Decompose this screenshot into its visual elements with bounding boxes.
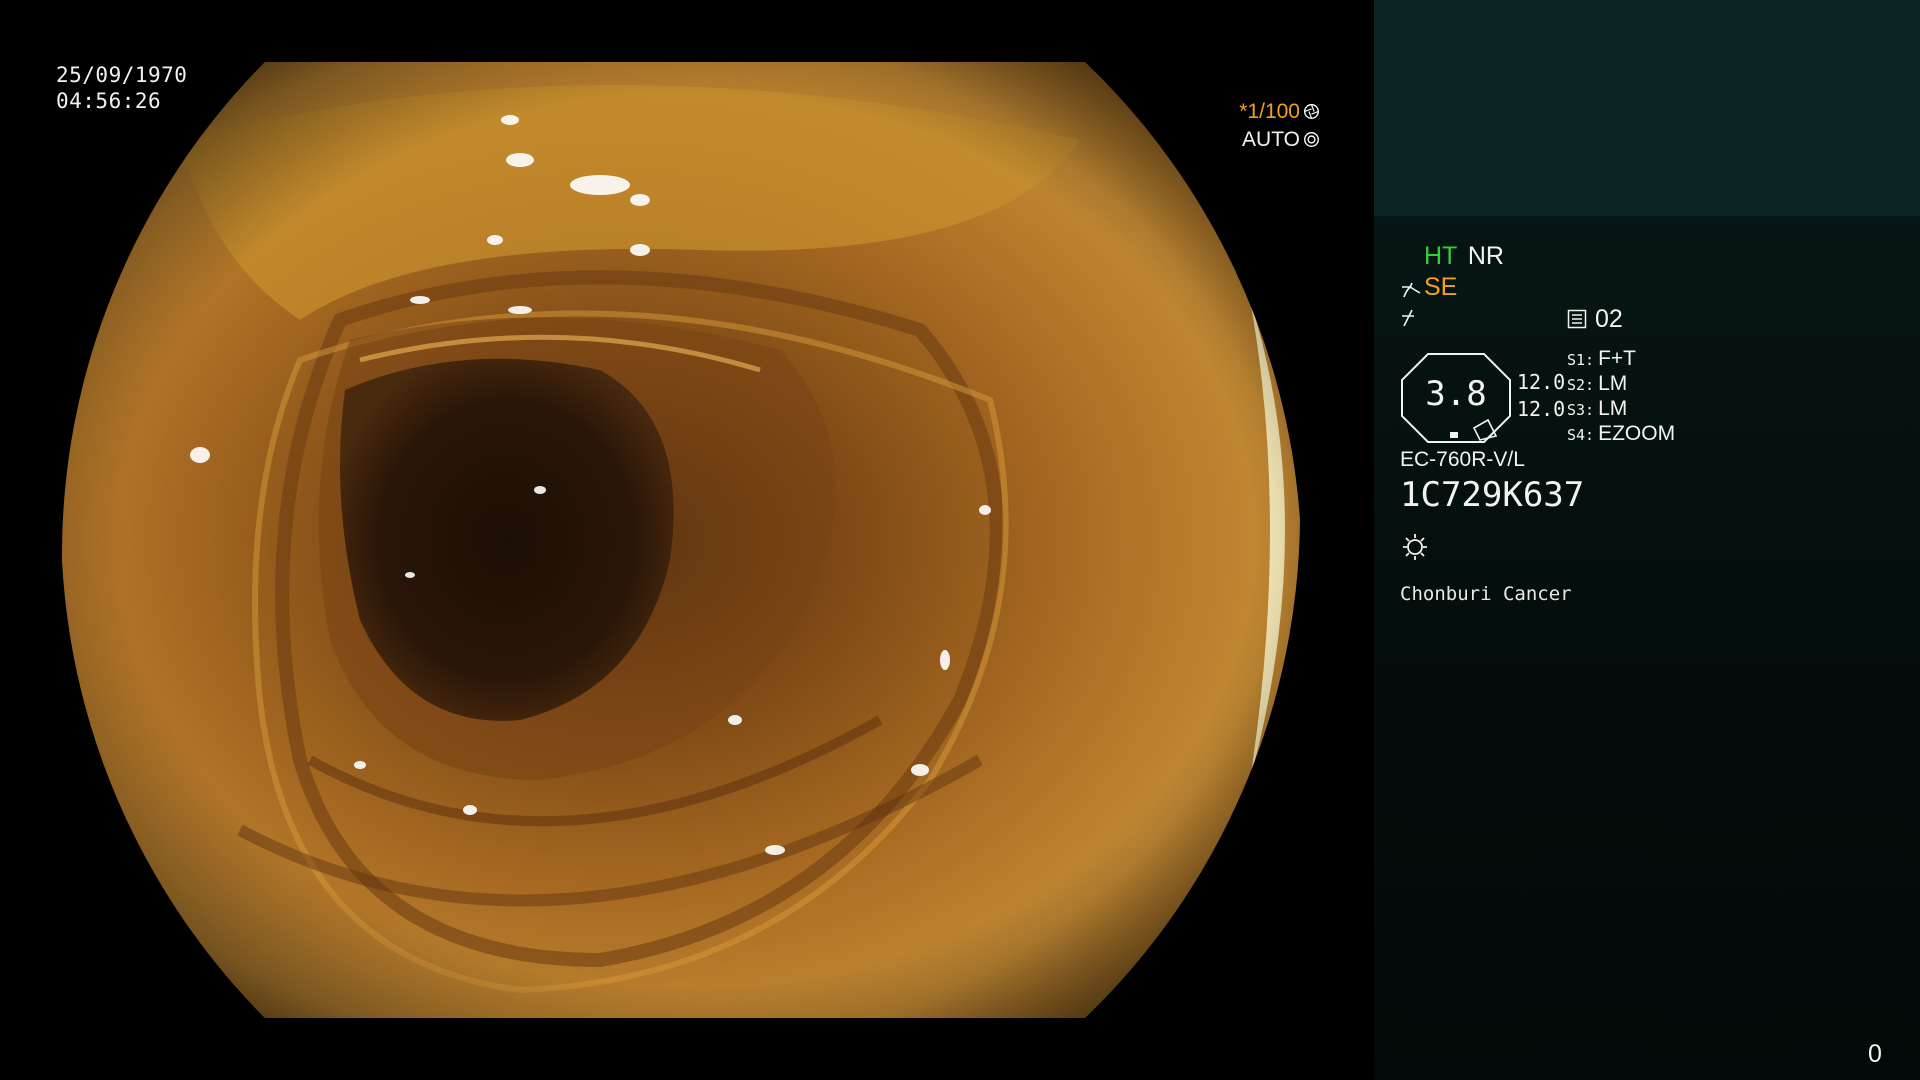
- mode-ht: HT: [1424, 242, 1457, 270]
- exam-time: 04:56:26: [56, 89, 162, 113]
- auto-exposure-icon: [1304, 132, 1319, 147]
- timestamp: 25/09/1970 04:56:26: [56, 62, 187, 114]
- institution-name: Chonburi Cancer: [1400, 583, 1572, 605]
- endoscopic-image: [61, 62, 1301, 1018]
- shutter-speed: *1/100: [1239, 100, 1300, 123]
- serial-number: 1C729K637: [1400, 475, 1585, 515]
- mode-nr: NR: [1467, 242, 1504, 270]
- memory-number: 02: [1595, 305, 1623, 333]
- light-source-icon: [1403, 534, 1427, 560]
- switch-row: S4: EZOOM: [1567, 422, 1676, 445]
- image-mode-row: HT NR: [1424, 242, 1504, 271]
- info-panel-header: [1374, 0, 1920, 216]
- gauge-side-bottom: 12.0: [1517, 397, 1566, 421]
- exam-date: 25/09/1970: [56, 63, 188, 87]
- switch-row: S1: F+T: [1567, 347, 1637, 370]
- gauge-value: 3.8: [1425, 374, 1487, 414]
- freeze-icon: [1402, 309, 1414, 327]
- structure-enhance-icon: [1402, 282, 1421, 298]
- shutter-status: *1/100 AUTO: [1239, 98, 1320, 154]
- scope-model: EC-760R-V/L: [1400, 448, 1525, 471]
- shutter-icon: [1304, 104, 1319, 119]
- endoscope-view-area: 25/09/1970 04:56:26 *1/100 AUTO: [0, 0, 1374, 1080]
- image-counter: 0: [1868, 1040, 1882, 1068]
- info-panel: HT NR SE 02 3.8 12.0 12.0 S1: F+T S2: LM S…: [1374, 0, 1920, 1080]
- mode-se: SE: [1424, 273, 1458, 301]
- switch-row: S3: LM: [1567, 397, 1628, 420]
- switch-row: S2: LM: [1567, 372, 1628, 395]
- exposure-mode: AUTO: [1242, 128, 1300, 151]
- gauge-side-top: 12.0: [1517, 370, 1566, 394]
- memory-card-icon: [1567, 309, 1587, 329]
